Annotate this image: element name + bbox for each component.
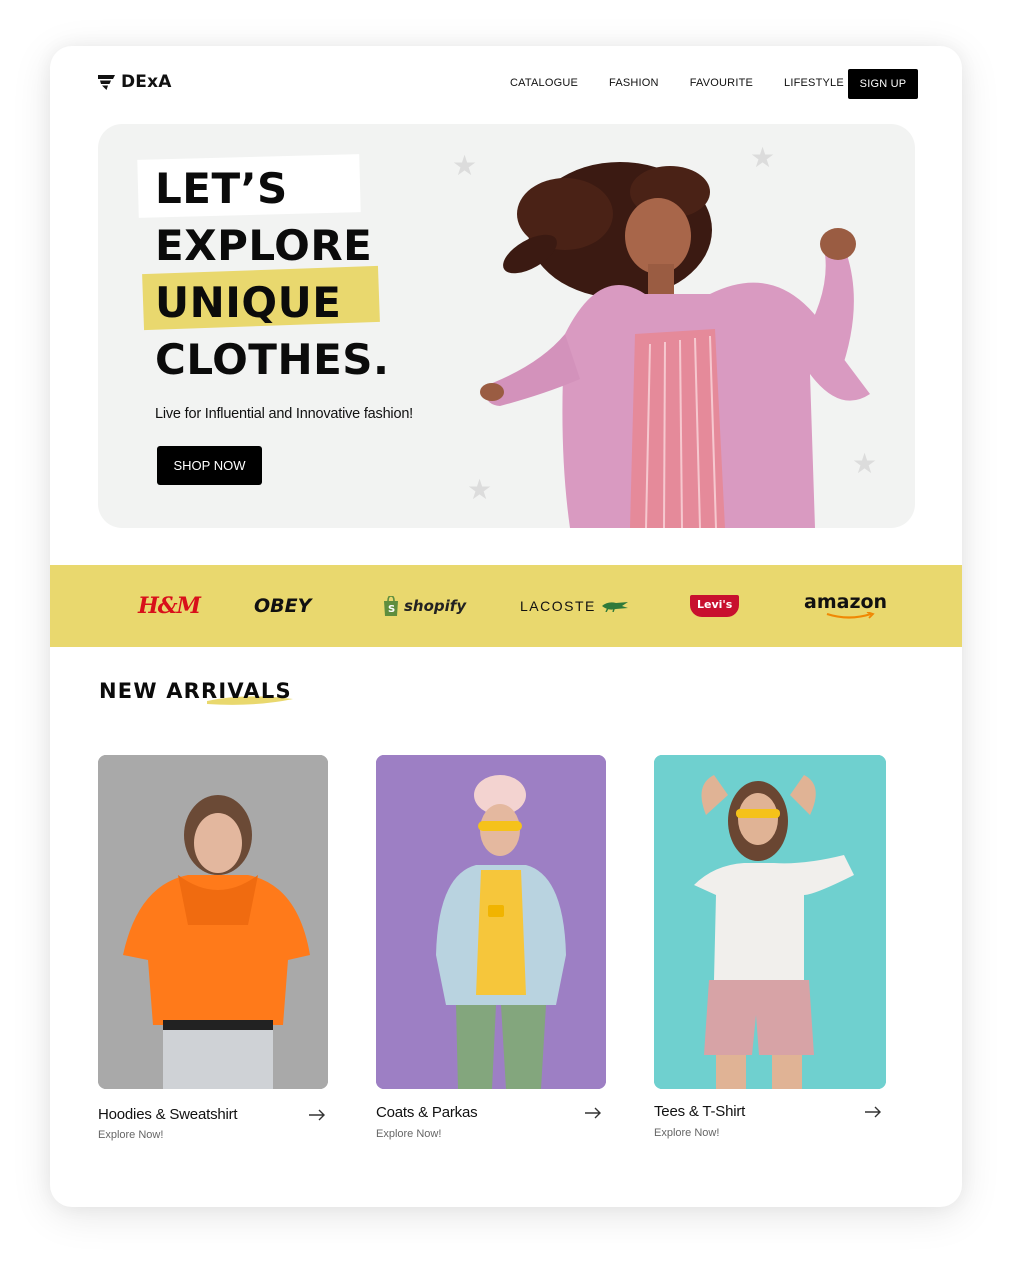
product-name[interactable]: Hoodies & Sweatshirt bbox=[98, 1106, 238, 1123]
product-card[interactable]: Tees & T-Shirt Explore Now! bbox=[654, 755, 886, 1139]
explore-now-link[interactable]: Explore Now! bbox=[654, 1127, 719, 1139]
nav-lifestyle[interactable]: LIFESTYLE bbox=[784, 77, 844, 89]
brand-label: Levi's bbox=[690, 595, 740, 617]
explore-now-link[interactable]: Explore Now! bbox=[98, 1129, 163, 1141]
arrow-right-icon[interactable] bbox=[308, 1109, 326, 1121]
brand-label: LACOSTE bbox=[520, 598, 596, 614]
product-image[interactable] bbox=[376, 755, 606, 1089]
shopping-bag-icon: S bbox=[384, 596, 398, 616]
page-card: DExA CATALOGUE FASHION FAVOURITE LIFESTY… bbox=[50, 46, 962, 1207]
amazon-smile-icon bbox=[826, 611, 875, 619]
brand-logo-obey[interactable]: OBEY bbox=[254, 565, 311, 647]
brand-logo-shopify[interactable]: S shopify bbox=[382, 565, 466, 647]
brand-logo-levis[interactable]: Levi's bbox=[690, 565, 740, 647]
headline-line-3: UNIQUE bbox=[155, 278, 342, 327]
main-nav: CATALOGUE FASHION FAVOURITE LIFESTYLE bbox=[510, 77, 875, 89]
brand-logo[interactable]: DExA bbox=[98, 72, 172, 92]
brand-logo-lacoste[interactable]: LACOSTE bbox=[520, 565, 628, 647]
brand-strip: H&M OBEY S shopify LACOSTE Levi's amazon bbox=[50, 565, 962, 647]
arrow-right-icon[interactable] bbox=[864, 1106, 882, 1118]
svg-text:S: S bbox=[388, 604, 395, 615]
brand-logo-amazon[interactable]: amazon bbox=[804, 565, 887, 647]
brand-logo-hm[interactable]: H&M bbox=[138, 565, 201, 647]
brand-name: DExA bbox=[121, 72, 172, 92]
new-arrivals-title: NEW ARRIVALS bbox=[99, 679, 292, 703]
nav-catalogue[interactable]: CATALOGUE bbox=[510, 77, 578, 89]
sign-up-button[interactable]: SIGN UP bbox=[848, 69, 918, 99]
hero-banner: LET’S EXPLORE UNIQUE CLOTHES. Live for I… bbox=[98, 124, 915, 528]
crocodile-icon bbox=[601, 602, 628, 612]
product-name[interactable]: Tees & T-Shirt bbox=[654, 1103, 745, 1120]
product-image[interactable] bbox=[654, 755, 886, 1089]
brand-label: amazon bbox=[804, 590, 888, 613]
pennant-logo-icon bbox=[98, 74, 115, 90]
product-card[interactable]: Hoodies & Sweatshirt Explore Now! bbox=[98, 755, 330, 1141]
hero-model-image bbox=[480, 162, 870, 528]
product-card[interactable]: Coats & Parkas Explore Now! bbox=[376, 755, 608, 1140]
headline-line-4: CLOTHES. bbox=[155, 335, 390, 384]
arrow-right-icon[interactable] bbox=[584, 1107, 602, 1119]
hero-subtitle: Live for Influential and Innovative fash… bbox=[155, 406, 414, 422]
explore-now-link[interactable]: Explore Now! bbox=[376, 1128, 441, 1140]
nav-fashion[interactable]: FASHION bbox=[609, 77, 659, 89]
brand-label: shopify bbox=[404, 597, 467, 615]
shop-now-button[interactable]: SHOP NOW bbox=[157, 446, 262, 485]
brand-label: H&M bbox=[138, 593, 201, 619]
product-name[interactable]: Coats & Parkas bbox=[376, 1104, 478, 1121]
brand-label: OBEY bbox=[254, 595, 312, 617]
headline-line-2: EXPLORE bbox=[155, 221, 373, 270]
nav-favourite[interactable]: FAVOURITE bbox=[690, 77, 753, 89]
product-image[interactable] bbox=[98, 755, 328, 1089]
headline-line-1: LET’S bbox=[155, 164, 288, 213]
